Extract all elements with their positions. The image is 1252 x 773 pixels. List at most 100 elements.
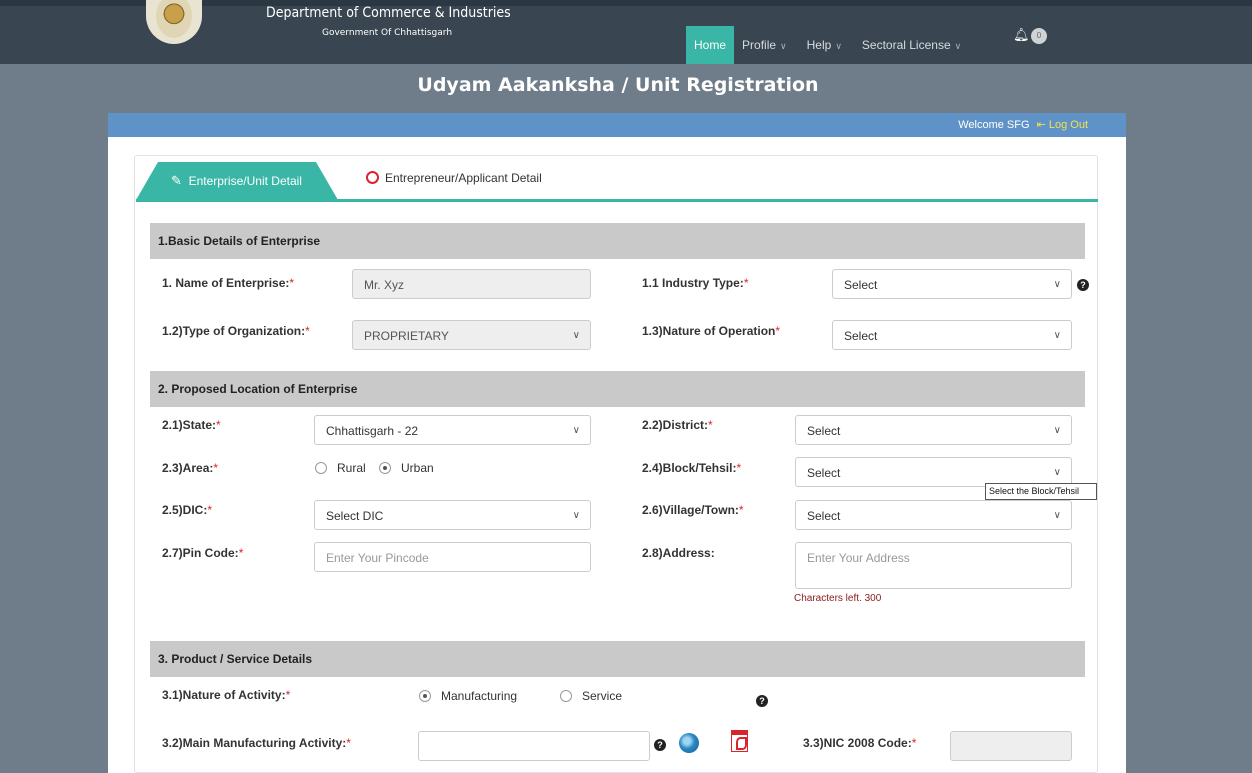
- type-of-organization-label: 1.2)Type of Organization:*: [162, 324, 310, 338]
- chevron-down-icon: ∨: [954, 41, 962, 51]
- label-text: 1.3)Nature of Operation: [642, 324, 776, 338]
- nav-profile-label: Profile: [742, 38, 777, 52]
- label-text: 2.7)Pin Code:: [162, 546, 239, 560]
- chevron-down-icon: ∨: [1053, 330, 1061, 341]
- section-basic-details: 1.Basic Details of Enterprise: [150, 223, 1085, 259]
- pin-code-input[interactable]: Enter Your Pincode: [314, 542, 591, 572]
- label-text: 3.3)NIC 2008 Code:: [803, 736, 912, 750]
- logout-link[interactable]: ⇤ Log Out: [1037, 119, 1088, 131]
- nic-code-label: 3.3)NIC 2008 Code:*: [803, 736, 916, 750]
- select-value: Select DIC: [326, 509, 384, 523]
- chevron-down-icon: ∨: [780, 41, 787, 51]
- chevron-down-icon: ∨: [572, 425, 580, 436]
- required-mark: *: [743, 276, 749, 290]
- characters-left: Characters left. 300: [794, 593, 882, 604]
- chevron-down-icon: ∨: [1053, 279, 1061, 290]
- required-mark: *: [238, 546, 244, 560]
- tab-underline: [136, 199, 1098, 202]
- required-mark: *: [289, 276, 295, 290]
- industry-type-select[interactable]: Select ∨: [832, 269, 1072, 299]
- required-mark: *: [738, 503, 744, 517]
- label-text: 1.1 Industry Type:: [642, 276, 744, 290]
- address-textarea[interactable]: Enter Your Address: [795, 542, 1072, 589]
- dept-subtitle: Government Of Chhattisgarh: [322, 28, 453, 38]
- block-tehsil-label: 2.4)Block/Tehsil:*: [642, 461, 741, 475]
- pdf-icon[interactable]: [731, 730, 748, 752]
- nav-sectoral-license[interactable]: Sectoral License ∨: [854, 26, 969, 64]
- area-label: 2.3)Area:*: [162, 461, 218, 475]
- enterprise-name-field[interactable]: Mr. Xyz: [352, 269, 591, 299]
- area-rural-radio[interactable]: Rural: [315, 461, 366, 475]
- help-icon[interactable]: ?: [654, 739, 666, 751]
- label-text: 2.3)Area:: [162, 461, 214, 475]
- required-mark: *: [285, 688, 291, 702]
- help-icon[interactable]: ?: [1077, 279, 1089, 291]
- village-town-select[interactable]: Select ∨: [795, 500, 1072, 530]
- nav-help[interactable]: Help ∨: [799, 26, 850, 64]
- activity-manufacturing-radio[interactable]: Manufacturing: [419, 689, 517, 703]
- notification-badge[interactable]: 0: [1031, 28, 1047, 44]
- nature-of-operation-label: 1.3)Nature of Operation*: [642, 324, 780, 338]
- chevron-down-icon: ∨: [1053, 425, 1061, 436]
- dic-select[interactable]: Select DIC ∨: [314, 500, 591, 530]
- radio-circle: [560, 690, 572, 702]
- nature-of-activity-label: 3.1)Nature of Activity:*: [162, 688, 290, 702]
- label-text: 2.6)Village/Town:: [642, 503, 739, 517]
- chevron-down-icon: ∨: [1053, 510, 1061, 521]
- label-text: 1. Name of Enterprise:: [162, 276, 290, 290]
- bell-icon[interactable]: 🔔︎: [1013, 27, 1030, 43]
- district-label: 2.2)District:*: [642, 418, 713, 432]
- main-manufacturing-activity-label: 3.2)Main Manufacturing Activity:*: [162, 736, 351, 750]
- label-text: 3.2)Main Manufacturing Activity:: [162, 736, 347, 750]
- village-town-label: 2.6)Village/Town:*: [642, 503, 744, 517]
- help-icon[interactable]: ?: [756, 695, 768, 707]
- required-mark: *: [216, 418, 221, 432]
- chevron-down-icon: ∨: [835, 41, 842, 51]
- logout-icon: ⇤: [1036, 119, 1046, 131]
- radio-label: Manufacturing: [441, 689, 518, 703]
- nature-of-operation-select[interactable]: Select ∨: [832, 320, 1072, 350]
- nav-sectoral-license-label: Sectoral License: [861, 38, 951, 52]
- tab-enterprise-unit-detail[interactable]: ✎ Enterprise/Unit Detail: [136, 162, 338, 200]
- label-text: 2.5)DIC:: [162, 503, 208, 517]
- radio-label: Urban: [401, 461, 434, 475]
- label-text: 3.1)Nature of Activity:: [162, 688, 286, 702]
- block-tehsil-tooltip: Select the Block/Tehsil: [985, 483, 1097, 500]
- tab-entrepreneur-label: Entrepreneur/Applicant Detail: [385, 171, 542, 185]
- required-mark: *: [708, 418, 713, 432]
- nic-code-input[interactable]: [950, 731, 1072, 761]
- chevron-down-icon: ∨: [572, 510, 580, 521]
- main-nav: Home Profile ∨ Help ∨ Sectoral License ∨: [686, 26, 969, 64]
- nav-profile[interactable]: Profile ∨: [734, 26, 795, 64]
- required-mark: *: [775, 324, 781, 338]
- edit-icon: ✎: [171, 173, 182, 188]
- name-of-enterprise-label: 1. Name of Enterprise:*: [162, 276, 294, 290]
- select-value: Select: [844, 278, 878, 292]
- required-mark: *: [346, 736, 351, 750]
- label-text: 2.4)Block/Tehsil:: [642, 461, 737, 475]
- radio-circle-selected: [379, 462, 391, 474]
- select-value: Select: [807, 509, 841, 523]
- label-text: 2.2)District:: [642, 418, 709, 432]
- main-manufacturing-activity-input[interactable]: [418, 731, 650, 761]
- page-title: Udyam Aakanksha / Unit Registration: [417, 74, 819, 96]
- nav-home[interactable]: Home: [686, 26, 735, 64]
- activity-service-radio[interactable]: Service: [560, 689, 622, 703]
- chevron-down-icon: ∨: [572, 330, 580, 341]
- state-select[interactable]: Chhattisgarh - 22 ∨: [314, 415, 591, 445]
- welcome-bar: Welcome SFG ⇤ Log Out: [108, 113, 1126, 137]
- district-select[interactable]: Select ∨: [795, 415, 1072, 445]
- search-icon[interactable]: [679, 733, 699, 753]
- required-mark: *: [213, 461, 219, 475]
- welcome-area: Welcome SFG ⇤ Log Out: [958, 118, 1088, 131]
- select-value: PROPRIETARY: [364, 329, 449, 343]
- tab-enterprise-text: Enterprise/Unit Detail: [188, 174, 302, 188]
- section-proposed-location: 2. Proposed Location of Enterprise: [150, 371, 1085, 407]
- tab-entrepreneur-applicant-detail[interactable]: Entrepreneur/Applicant Detail: [366, 171, 542, 185]
- organization-type-select[interactable]: PROPRIETARY ∨: [352, 320, 591, 350]
- area-urban-radio[interactable]: Urban: [379, 461, 434, 475]
- required-mark: *: [911, 736, 917, 750]
- label-text: 2.1)State:: [162, 418, 217, 432]
- tab-enterprise-label: ✎ Enterprise/Unit Detail: [171, 173, 302, 189]
- select-value: Select: [807, 424, 841, 438]
